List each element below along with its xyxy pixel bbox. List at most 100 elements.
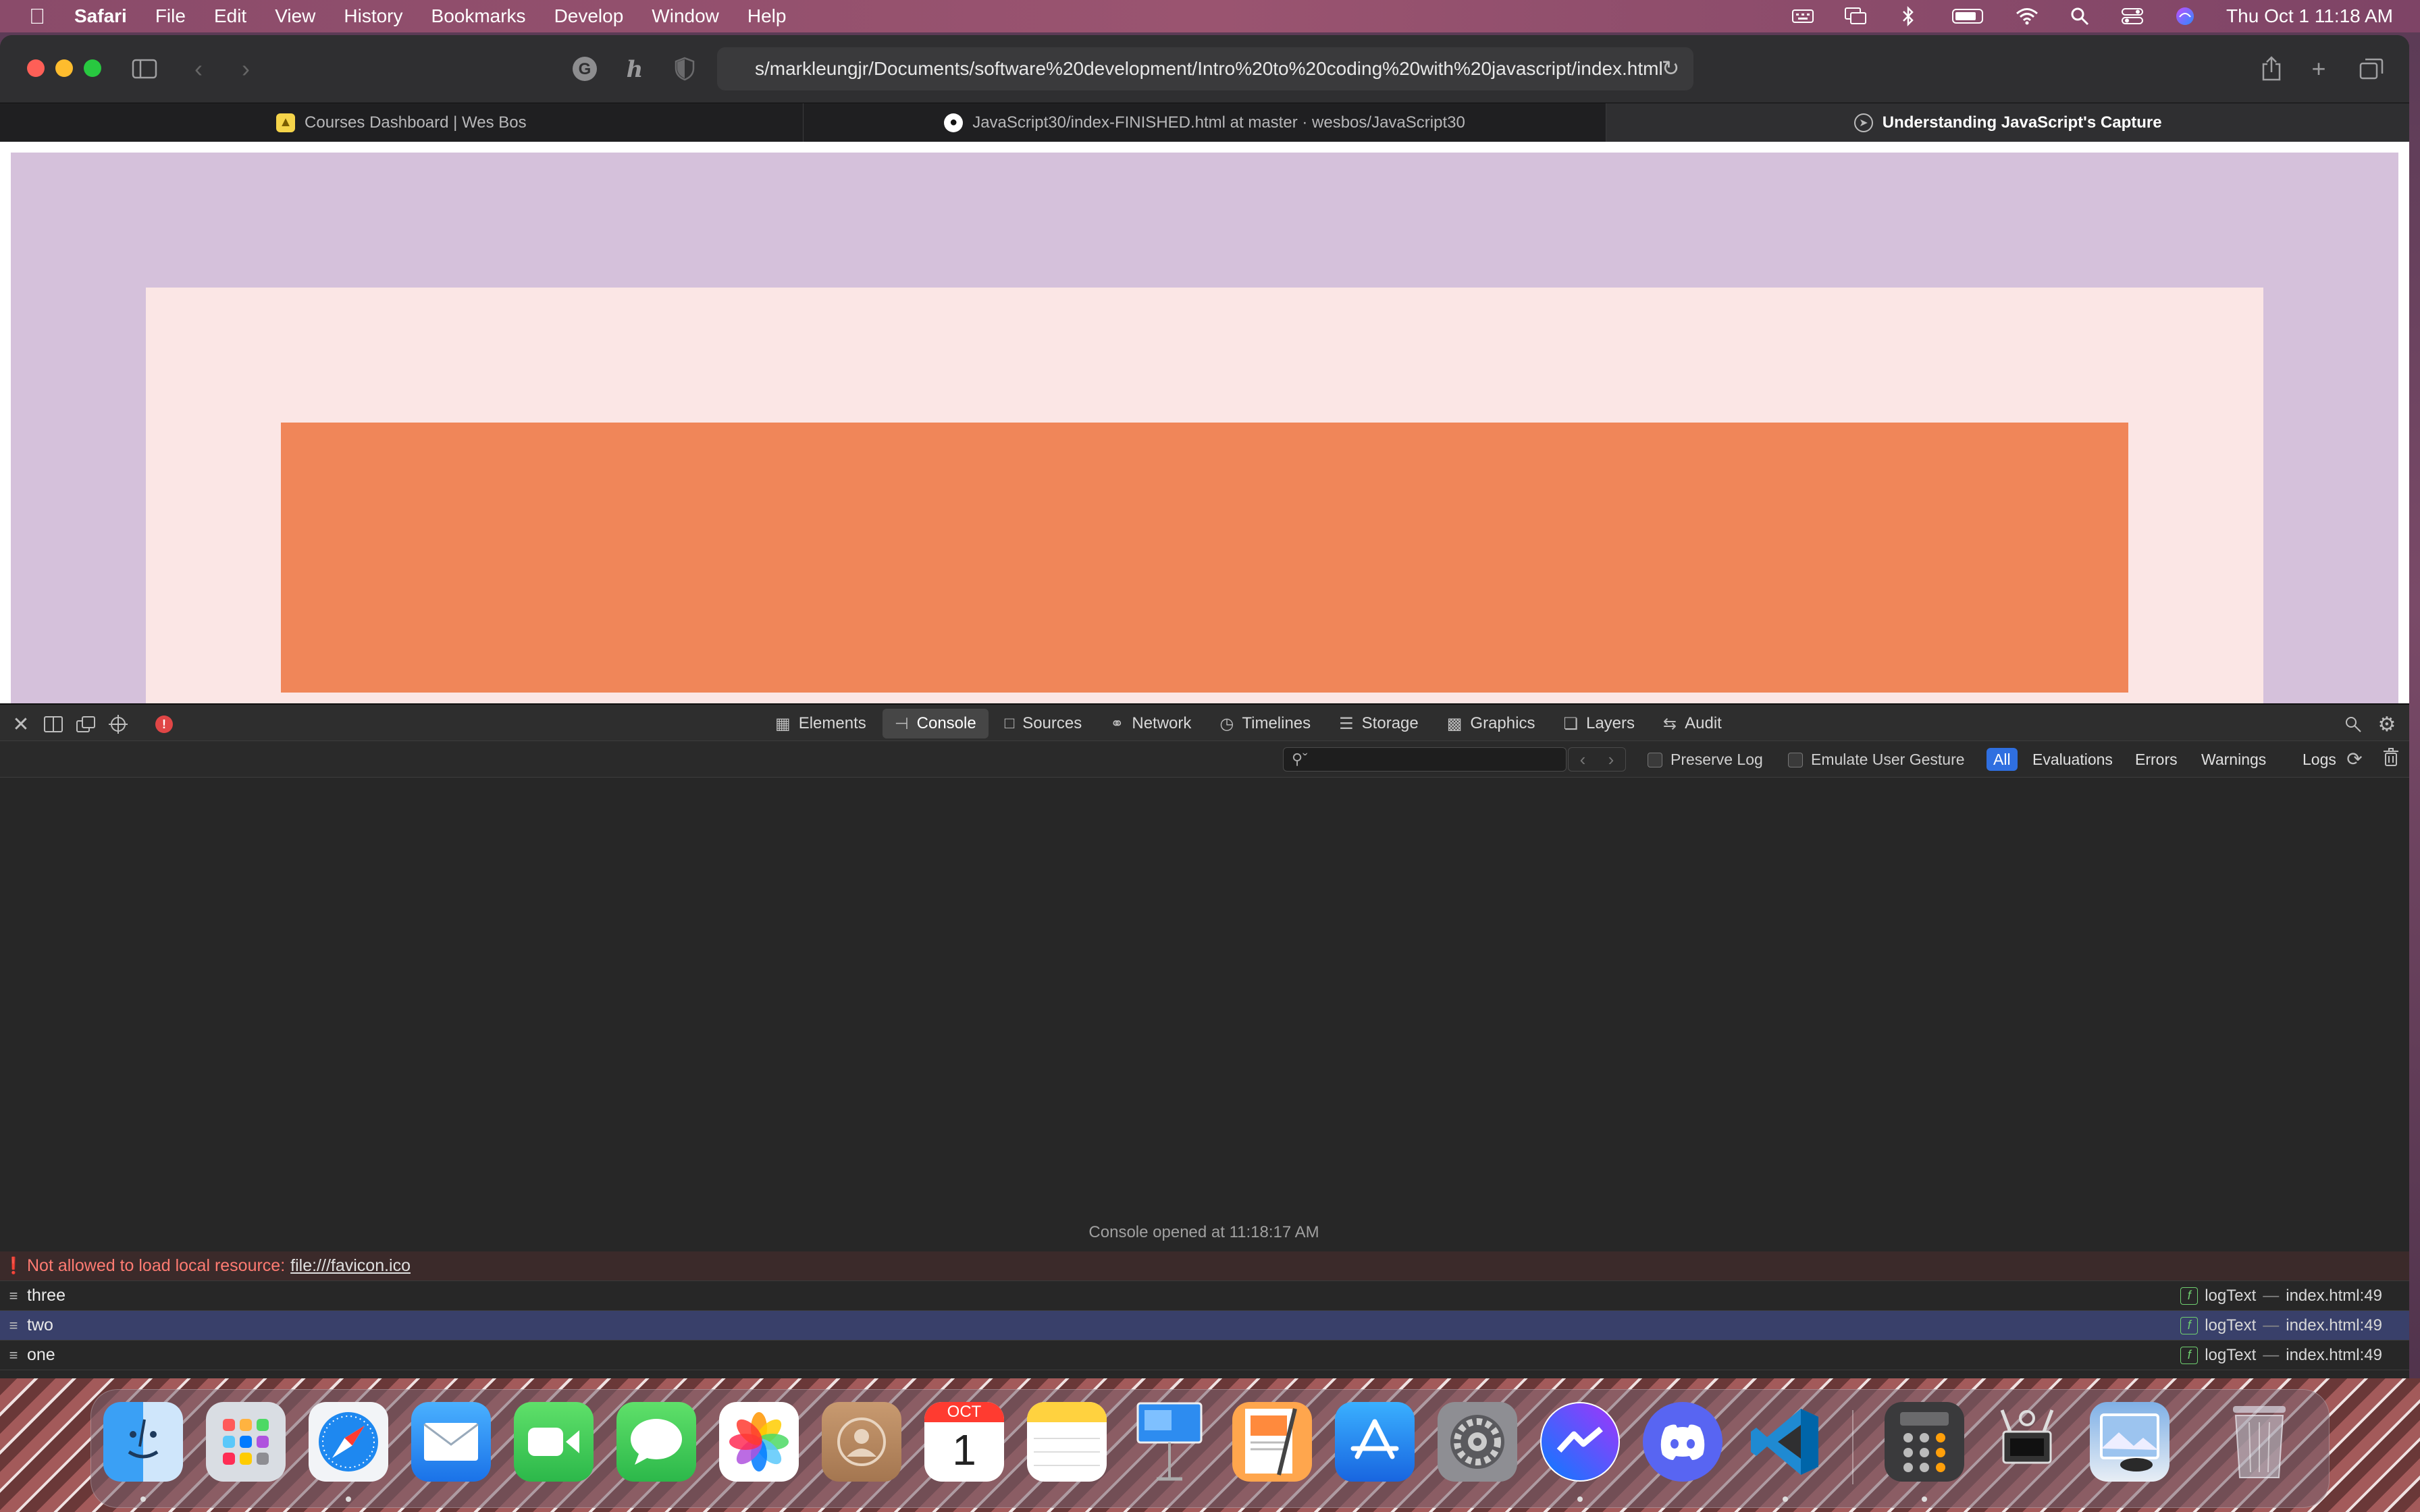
honey-extension-icon[interactable]: h <box>619 53 651 85</box>
contacts-icon[interactable] <box>822 1402 901 1482</box>
inspector-tab-storage[interactable]: ☰ Storage <box>1327 709 1431 738</box>
level-filter-all[interactable]: All <box>1987 748 2018 771</box>
trash-icon[interactable] <box>2219 1402 2299 1482</box>
back-arrow-icon[interactable]: ‹ <box>182 53 215 85</box>
console-filter-input[interactable]: ⚲ˇ <box>1283 747 1567 772</box>
system-preferences-gear-icon[interactable] <box>1438 1402 1517 1482</box>
console-log-row[interactable]: ≡ one f logText — index.html:49 <box>0 1341 2409 1370</box>
inspector-tab-layers[interactable]: ❏ Layers <box>1551 709 1647 738</box>
inspector-tab-network[interactable]: ⚭ Network <box>1098 709 1203 738</box>
inspector-tab-audit[interactable]: ⇆ Audit <box>1651 709 1734 738</box>
calculator-icon[interactable] <box>1885 1402 1964 1482</box>
spotlight-search-icon[interactable] <box>2068 7 2091 26</box>
level-filter-evaluations[interactable]: Evaluations <box>2026 748 2120 771</box>
next-match-arrow-icon[interactable]: › <box>1597 748 1625 771</box>
inspector-search-icon[interactable] <box>2340 711 2366 737</box>
zoom-window-button[interactable] <box>84 59 101 77</box>
emulate-user-gesture-checkbox[interactable]: Emulate User Gesture <box>1788 751 1965 769</box>
console-log-row[interactable]: ≡ three f logText — index.html:49 <box>0 1281 2409 1311</box>
pages-icon[interactable] <box>1232 1402 1312 1482</box>
inspector-tab-elements[interactable]: ▦ Elements <box>763 709 878 738</box>
favicon-resource-link[interactable]: file:///favicon.ico <box>290 1256 411 1276</box>
facetime-icon[interactable] <box>514 1402 594 1482</box>
error-count-icon[interactable]: ! <box>151 711 177 737</box>
messenger-icon[interactable] <box>1540 1402 1620 1482</box>
close-inspector-icon[interactable]: ✕ <box>8 711 34 737</box>
reload-icon[interactable]: ↻ <box>1657 55 1684 82</box>
menu-clock[interactable]: Thu Oct 1 11:18 AM <box>2226 5 2393 27</box>
tab-courses-dashboard[interactable]: ▲ Courses Dashboard | Wes Bos <box>0 103 804 142</box>
tab-overview-icon[interactable] <box>2355 53 2388 85</box>
inspector-tab-sources[interactable]: □ Sources <box>993 709 1095 738</box>
menu-app-safari[interactable]: Safari <box>74 5 141 27</box>
inspector-tab-console[interactable]: ⊣ Console <box>882 709 989 738</box>
preview-icon[interactable] <box>2090 1402 2169 1482</box>
launchpad-icon[interactable] <box>206 1402 286 1482</box>
apple-menu-icon[interactable]:  <box>0 4 74 29</box>
siri-icon[interactable] <box>2174 7 2197 26</box>
console-log-row[interactable]: ≡ two f logText — index.html:49 <box>0 1311 2409 1341</box>
preserve-log-checkbox[interactable]: Preserve Log <box>1648 751 1763 769</box>
close-window-button[interactable] <box>27 59 45 77</box>
keynote-icon[interactable] <box>1130 1402 1209 1482</box>
wifi-icon[interactable] <box>2016 7 2038 26</box>
address-bar[interactable]: s/markleungjr/Documents/software%20devel… <box>717 47 1693 90</box>
dock-side-icon[interactable] <box>41 711 66 737</box>
system-information-icon[interactable] <box>1987 1402 2067 1482</box>
tab-github-javascript30[interactable]: ● JavaScript30/index-FINISHED.html at ma… <box>804 103 1607 142</box>
element-picker-crosshair-icon[interactable] <box>105 711 131 737</box>
new-tab-plus-icon[interactable]: + <box>2303 53 2335 85</box>
menu-help[interactable]: Help <box>733 5 801 27</box>
tab-understanding-capture[interactable]: ➤ Understanding JavaScript's Capture <box>1606 103 2409 142</box>
previous-match-arrow-icon[interactable]: ‹ <box>1569 748 1597 771</box>
calendar-icon[interactable]: OCT 1 <box>924 1402 1004 1482</box>
level-filter-warnings[interactable]: Warnings <box>2194 748 2273 771</box>
menu-file[interactable]: File <box>141 5 200 27</box>
log-source[interactable]: f logText — index.html:49 <box>2180 1316 2382 1335</box>
photos-icon[interactable] <box>719 1402 799 1482</box>
minimize-window-button[interactable] <box>55 59 73 77</box>
undock-window-icon[interactable] <box>73 711 99 737</box>
middle-div-two[interactable] <box>146 288 2263 703</box>
inspector-settings-gear-icon[interactable]: ⚙ <box>2374 711 2400 737</box>
log-source[interactable]: f logText — index.html:49 <box>2180 1346 2382 1365</box>
menu-history[interactable]: History <box>330 5 417 27</box>
discord-icon[interactable] <box>1643 1402 1722 1482</box>
reload-console-icon[interactable]: ⟳ <box>2343 748 2366 771</box>
forward-arrow-icon[interactable]: › <box>230 53 262 85</box>
inner-div-three[interactable] <box>281 423 2128 693</box>
outer-div-one[interactable] <box>11 153 2398 703</box>
messages-icon[interactable] <box>616 1402 696 1482</box>
menu-develop[interactable]: Develop <box>540 5 638 27</box>
sidebar-toggle-icon[interactable] <box>128 53 161 85</box>
mail-icon[interactable] <box>411 1402 491 1482</box>
bluetooth-icon[interactable] <box>1897 6 1920 26</box>
privacy-shield-icon[interactable] <box>668 53 701 85</box>
safari-app-icon[interactable] <box>309 1402 388 1482</box>
share-icon[interactable] <box>2255 53 2288 85</box>
screen-mirroring-icon[interactable] <box>1844 7 1867 26</box>
notes-icon[interactable] <box>1027 1402 1107 1482</box>
menu-bookmarks[interactable]: Bookmarks <box>417 5 540 27</box>
grammarly-extension-icon[interactable]: G <box>569 53 601 85</box>
battery-icon[interactable] <box>1949 7 1986 26</box>
log-source[interactable]: f logText — index.html:49 <box>2180 1287 2382 1305</box>
keyboard-input-icon[interactable] <box>1791 7 1814 26</box>
app-store-icon[interactable] <box>1335 1402 1415 1482</box>
level-filter-logs[interactable]: Logs <box>2296 748 2343 771</box>
inspector-tab-timelines[interactable]: ◷ Timelines <box>1207 709 1323 738</box>
inspector-tab-graphics[interactable]: ▩ Graphics <box>1435 709 1548 738</box>
visual-studio-code-icon[interactable] <box>1745 1402 1825 1482</box>
clear-console-trash-icon[interactable] <box>2379 748 2402 771</box>
control-center-icon[interactable] <box>2121 7 2144 26</box>
preserve-log-box[interactable] <box>1648 752 1662 767</box>
menu-view[interactable]: View <box>261 5 330 27</box>
console-error-message[interactable]: ❗ Not allowed to load local resource: fi… <box>0 1251 2409 1281</box>
tab-title: JavaScript30/index-FINISHED.html at mast… <box>972 113 1465 132</box>
finder-icon[interactable] <box>103 1402 183 1482</box>
menu-edit[interactable]: Edit <box>200 5 261 27</box>
menu-window[interactable]: Window <box>637 5 733 27</box>
level-filter-errors[interactable]: Errors <box>2128 748 2184 771</box>
emulate-user-gesture-box[interactable] <box>1788 752 1803 767</box>
console-prompt[interactable]: › <box>0 1370 2409 1378</box>
